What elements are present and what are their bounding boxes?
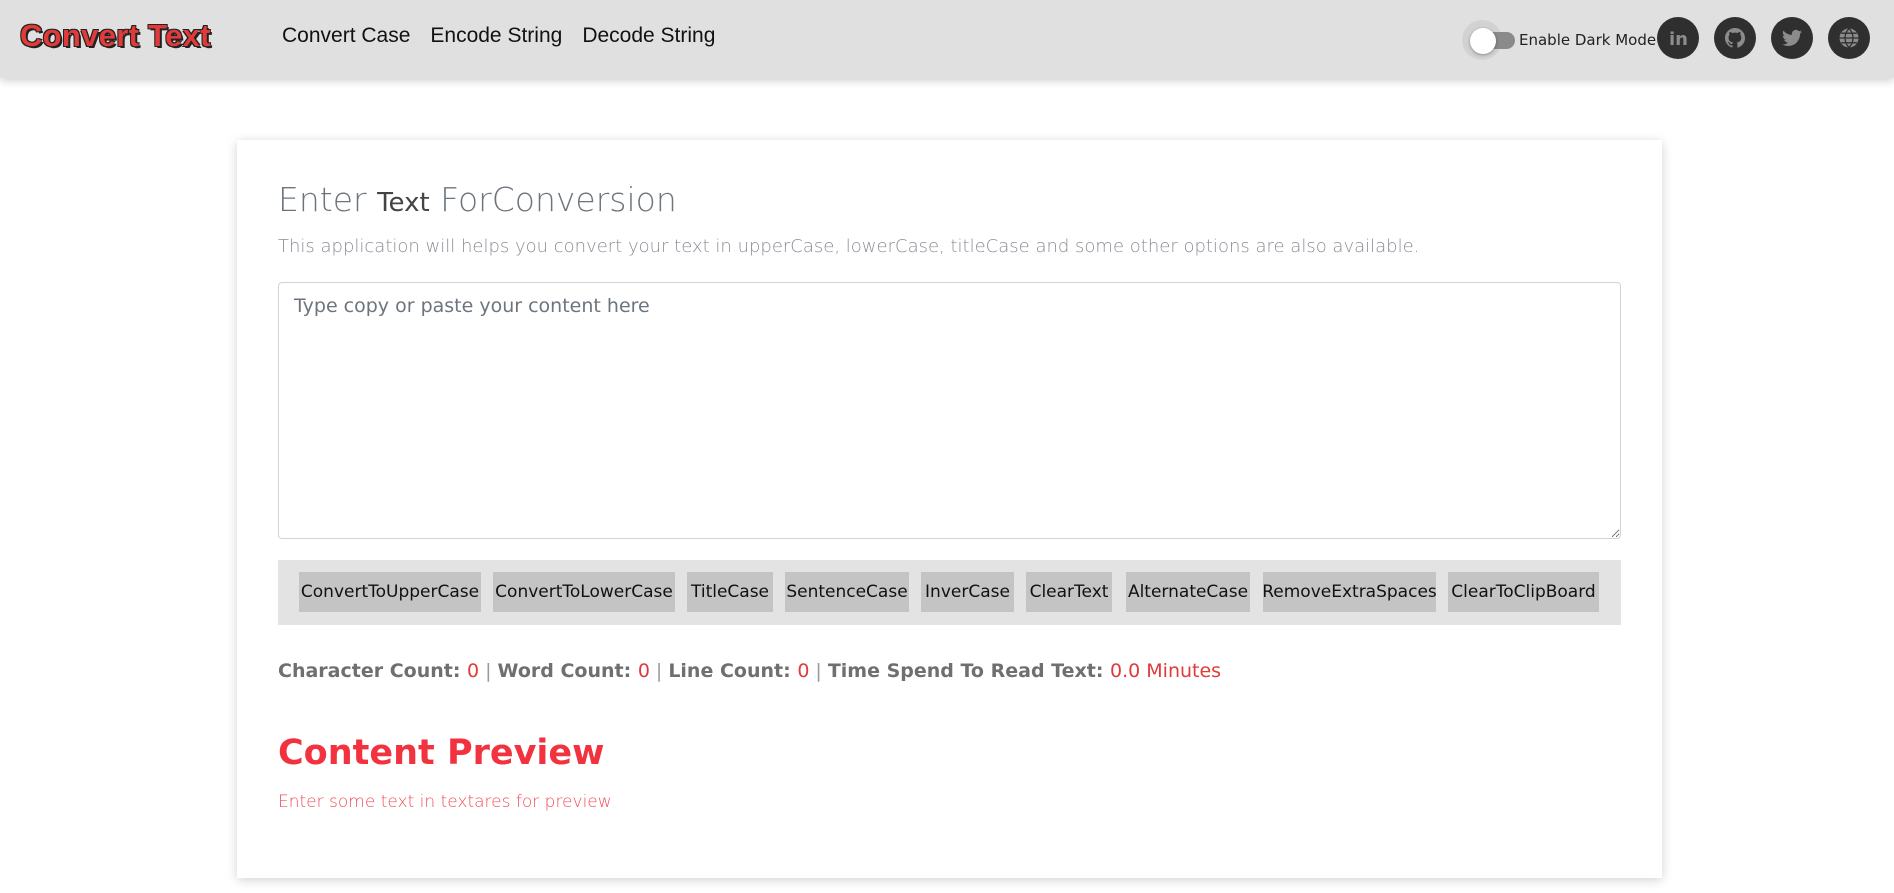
stats-separator: | [485,660,492,682]
text-input-area[interactable] [278,282,1621,539]
character-count-label: Character Count: [278,660,468,682]
linkedin-icon[interactable]: in [1657,17,1699,59]
line-count-label: Line Count: [668,660,798,682]
nav-link-encode-string[interactable]: Encode String [430,24,562,48]
stats-separator: | [655,660,663,682]
character-count-value: 0 [467,660,480,682]
navbar: Convert Text Convert Case Encode String … [0,0,1894,78]
title-case-button[interactable]: TitleCase [687,572,773,612]
sentence-case-button[interactable]: SentenceCase [785,572,909,612]
dark-mode-toggle-knob[interactable] [1470,28,1496,54]
title-part-for-conversion: ForConversion [429,180,677,219]
word-count-label: Word Count: [497,660,638,682]
content-preview-text: Enter some text in textares for preview [278,792,612,812]
nav-link-decode-string[interactable]: Decode String [582,24,715,48]
page-subtitle: This application will helps you convert … [278,236,1420,257]
clear-text-button[interactable]: ClearText [1026,572,1112,612]
convert-to-uppercase-button[interactable]: ConvertToUpperCase [299,572,481,612]
remove-extra-spaces-button[interactable]: RemoveExtraSpaces [1262,572,1437,612]
clear-to-clipboard-button[interactable]: ClearToClipBoard [1448,572,1599,612]
read-time-value: 0.0 Minutes [1110,660,1222,682]
nav-link-convert-case[interactable]: Convert Case [282,24,410,48]
twitter-icon[interactable] [1771,17,1813,59]
content-preview-heading: Content Preview [278,733,605,773]
read-time-label: Time Spend To Read Text: [827,660,1111,682]
word-count-value: 0 [637,660,650,682]
page-title: Enter Text ForConversion [278,180,677,219]
text-statistics: Character Count: 0 | Word Count: 0 | Line Co… [278,660,1221,682]
github-icon[interactable] [1714,17,1756,59]
inver-case-button[interactable]: InverCase [921,572,1014,612]
convert-to-lowercase-button[interactable]: ConvertToLowerCase [493,572,675,612]
title-part-text: Text [377,188,430,218]
button-toolbar: ConvertToUpperCase ConvertToLowerCase Ti… [278,560,1621,625]
converter-card: Enter Text ForConversion This applicatio… [237,140,1662,878]
brand-logo[interactable]: Convert Text [20,18,211,54]
svg-text:in: in [1669,29,1688,50]
line-count-value: 0 [797,660,810,682]
stats-separator: | [815,660,822,682]
title-part-enter: Enter [278,180,378,219]
dark-mode-label[interactable]: Enable Dark Mode [1519,31,1656,49]
alternate-case-button[interactable]: AlternateCase [1126,572,1250,612]
globe-icon[interactable] [1828,17,1870,59]
nav-links: Convert Case Encode String Decode String [282,24,715,48]
